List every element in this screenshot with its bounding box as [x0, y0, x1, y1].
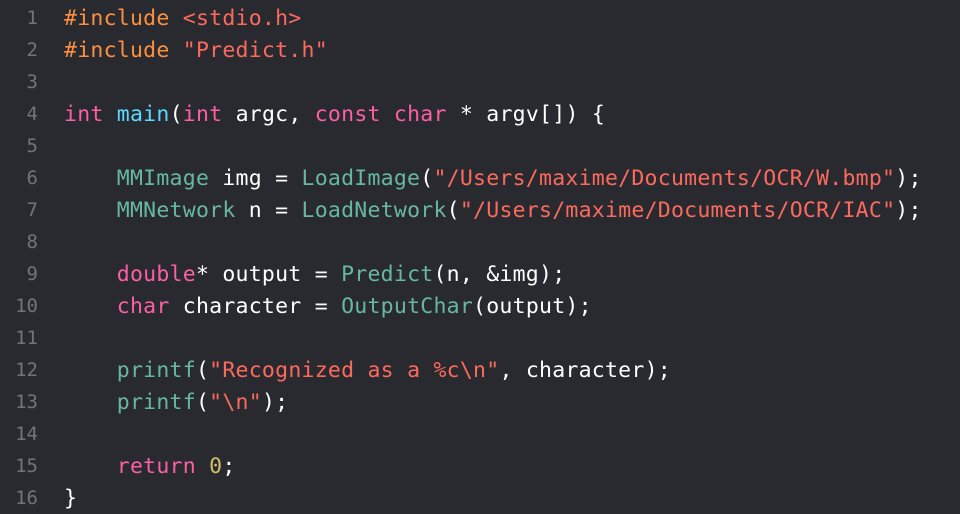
code-token: #include: [64, 37, 183, 63]
code-line[interactable]: 15 return 0;: [0, 450, 960, 482]
code-line[interactable]: 9 double* output = Predict(n, &img);: [0, 258, 960, 290]
code-token: character =: [169, 293, 342, 319]
code-token: #include: [64, 5, 183, 31]
code-token: MMNetwork: [116, 197, 236, 223]
code-line[interactable]: 10 char character = OutputChar(output);: [0, 290, 960, 322]
code-line[interactable]: 8: [0, 226, 960, 258]
code-token: int: [64, 101, 104, 127]
line-number: 2: [26, 39, 38, 61]
code-token: n =: [235, 197, 302, 223]
line-number: 9: [26, 263, 38, 285]
line-number: 1: [26, 7, 38, 29]
code-line[interactable]: 2 #include "Predict.h": [0, 34, 960, 66]
code-token: (: [169, 101, 183, 127]
line-number: 13: [15, 391, 38, 413]
code-token: LoadNetwork: [301, 197, 447, 223]
code-token: ;: [222, 453, 236, 479]
code-text[interactable]: MMImage img = LoadImage("/Users/maxime/D…: [64, 166, 922, 191]
code-text[interactable]: return 0;: [64, 454, 236, 479]
code-line[interactable]: 1 #include <stdio.h>: [0, 2, 960, 34]
code-token: img =: [209, 165, 302, 191]
code-editor[interactable]: 1 #include <stdio.h> 2 #include "Predict.h"…: [0, 0, 960, 514]
line-number: 15: [15, 455, 38, 477]
code-line[interactable]: 11: [0, 322, 960, 354]
code-token: "Predict.h": [182, 37, 328, 63]
code-line[interactable]: 7 MMNetwork n = LoadNetwork("/Users/maxi…: [0, 194, 960, 226]
code-token: char: [393, 101, 447, 127]
code-token: (: [420, 165, 434, 191]
code-line[interactable]: 13 printf("\n");: [0, 386, 960, 418]
code-line[interactable]: 4 int main(int argc, const char * argv[])…: [0, 98, 960, 130]
line-number: 3: [26, 71, 38, 93]
code-token: (n, &img);: [433, 261, 566, 287]
line-number: 16: [15, 487, 38, 509]
code-token: (: [446, 197, 460, 223]
code-token: const: [314, 101, 381, 127]
code-token: * output =: [195, 261, 342, 287]
code-token: argc,: [222, 101, 315, 127]
code-token: );: [895, 165, 922, 191]
code-text[interactable]: double* output = Predict(n, &img);: [64, 262, 565, 287]
code-token: * argv[]) {: [446, 101, 606, 127]
code-text[interactable]: }: [64, 486, 77, 511]
code-token: Predict: [341, 261, 434, 287]
code-text[interactable]: char character = OutputChar(output);: [64, 294, 592, 319]
line-number: 5: [26, 135, 38, 157]
line-number: 10: [15, 295, 38, 317]
code-token: MMImage: [116, 165, 210, 191]
code-token: }: [64, 485, 78, 511]
line-number: 12: [15, 359, 38, 381]
code-token: return: [116, 453, 196, 479]
code-line[interactable]: 16}: [0, 482, 960, 514]
line-number: 11: [15, 327, 38, 349]
code-token: LoadImage: [301, 165, 421, 191]
code-text[interactable]: printf("Recognized as a %c\n", character…: [64, 358, 671, 383]
code-token: main: [116, 101, 170, 127]
code-text[interactable]: MMNetwork n = LoadNetwork("/Users/maxime…: [64, 198, 922, 223]
code-token: "\n": [209, 389, 262, 415]
code-line[interactable]: 14: [0, 418, 960, 450]
code-token: double: [116, 261, 196, 287]
line-number: 8: [26, 231, 38, 253]
code-line[interactable]: 3: [0, 66, 960, 98]
code-token: char: [116, 293, 170, 319]
code-token: (: [195, 357, 210, 383]
code-line[interactable]: 5: [0, 130, 960, 162]
line-number: 6: [26, 167, 38, 189]
code-text[interactable]: printf("\n");: [64, 390, 288, 415]
code-token: 0: [209, 453, 223, 479]
code-text[interactable]: #include <stdio.h>: [64, 6, 302, 31]
code-token: (: [195, 389, 210, 415]
code-token: , character);: [499, 357, 671, 383]
code-token: printf: [116, 357, 196, 383]
code-token: "/Users/maxime/Documents/OCR/W.bmp": [433, 165, 896, 191]
code-token: );: [261, 389, 289, 415]
code-token: int: [182, 101, 223, 127]
code-token: (output);: [473, 293, 592, 319]
code-line[interactable]: 12 printf("Recognized as a %c\n", charac…: [0, 354, 960, 386]
code-token: <stdio.h>: [182, 5, 302, 31]
code-text[interactable]: int main(int argc, const char * argv[]) …: [64, 102, 605, 127]
code-line[interactable]: 6 MMImage img = LoadImage("/Users/maxime…: [0, 162, 960, 194]
line-number: 14: [15, 423, 38, 445]
code-text[interactable]: #include "Predict.h": [64, 38, 328, 63]
code-token: "/Users/maxime/Documents/OCR/IAC": [459, 197, 896, 223]
code-token: );: [895, 197, 922, 223]
code-token: "Recognized as a %c\n": [209, 357, 500, 383]
line-number: 4: [26, 103, 38, 125]
code-token: OutputChar: [341, 293, 474, 319]
code-token: printf: [116, 389, 196, 415]
line-number: 7: [26, 199, 38, 221]
